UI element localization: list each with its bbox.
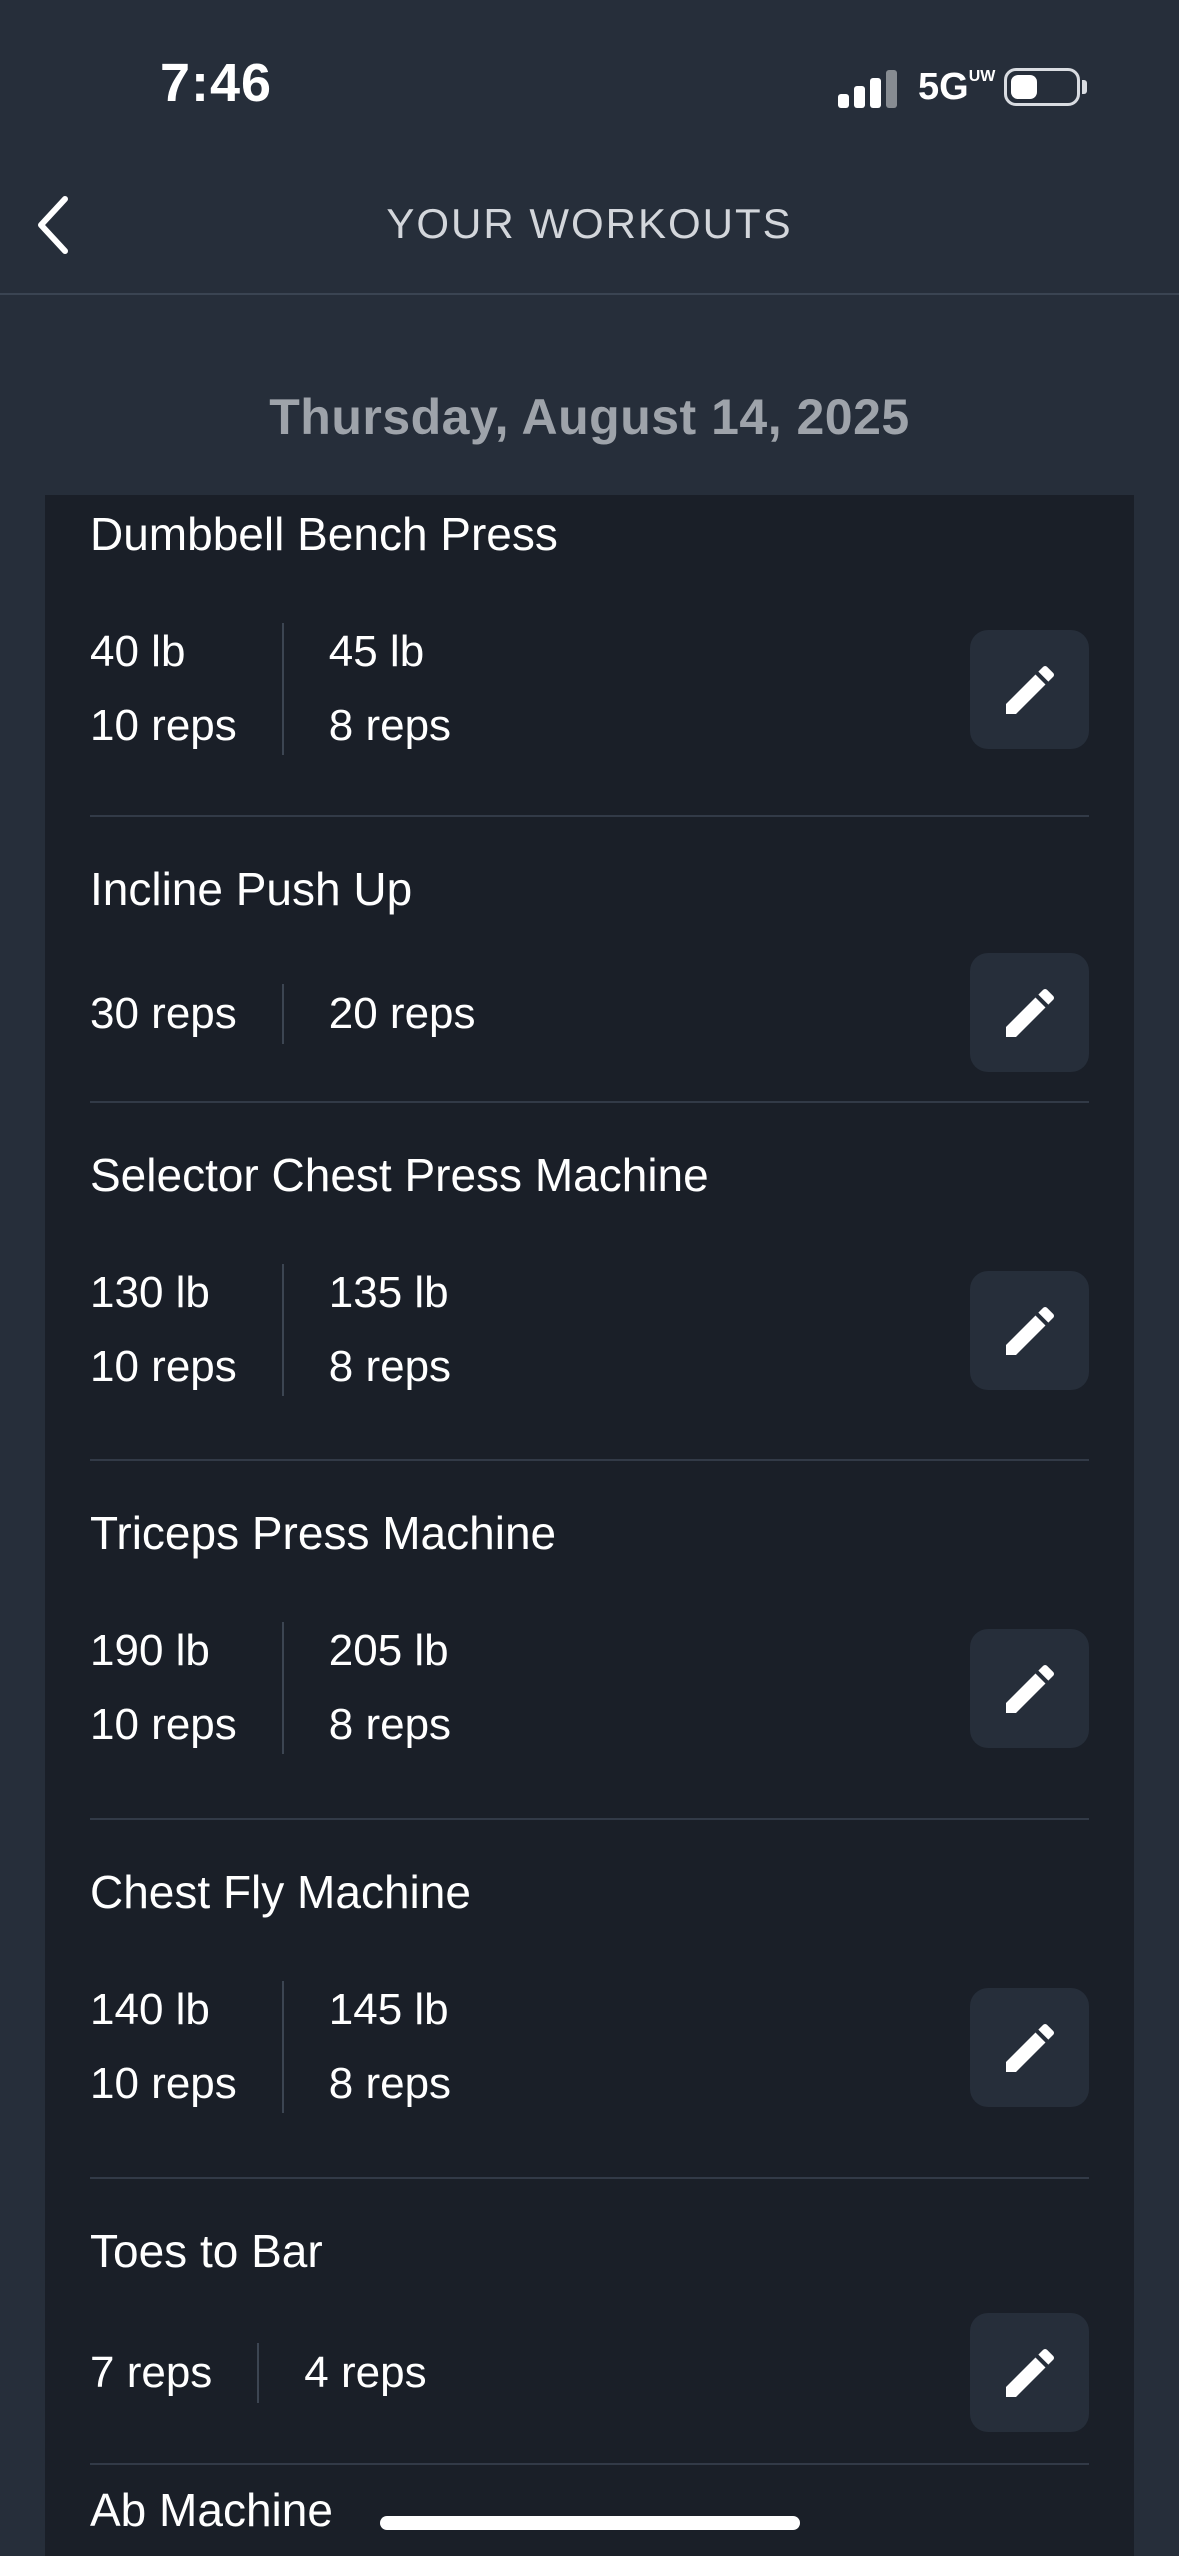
set-reps: 30 reps: [90, 989, 237, 1038]
set-2: 145 lb 8 reps: [329, 1973, 451, 2121]
set-2: 45 lb 8 reps: [329, 615, 451, 763]
set-2: 4 reps: [304, 2336, 426, 2410]
row-divider: [90, 1818, 1089, 1820]
battery-tip: [1082, 80, 1087, 94]
date-heading: Thursday, August 14, 2025: [269, 389, 910, 445]
exercise-name: Dumbbell Bench Press: [90, 508, 558, 560]
row-divider: [90, 815, 1089, 817]
status-bar: 7:46 5GUW: [0, 0, 1179, 150]
set-reps: 4 reps: [304, 2348, 427, 2397]
set-list: 190 lb 10 reps 205 lb 8 reps: [90, 1614, 451, 1762]
set-list: 7 reps 4 reps: [90, 2336, 427, 2410]
set-reps: 8 reps: [328, 2059, 452, 2108]
set-list: 130 lb 10 reps 135 lb 8 reps: [90, 1256, 451, 1404]
status-time: 7:46: [160, 53, 273, 113]
exercise-name: Toes to Bar: [90, 2225, 323, 2277]
edit-button[interactable]: [970, 1988, 1089, 2107]
set-reps: 10 reps: [90, 1342, 237, 1391]
set-1: 130 lb 10 reps: [90, 1256, 237, 1404]
set-divider: [281, 1264, 284, 1396]
set-weight: 140 lb: [90, 1985, 210, 2034]
exercise-name: Triceps Press Machine: [90, 1507, 557, 1559]
pencil-icon: [1005, 2348, 1054, 2397]
set-weight: 45 lb: [328, 627, 425, 676]
set-weight: 190 lb: [90, 1626, 210, 1675]
set-divider: [257, 2343, 260, 2403]
set-weight: 40 lb: [90, 627, 186, 676]
edit-button[interactable]: [970, 1271, 1089, 1390]
signal-icon: [838, 66, 900, 108]
network-indicator: 5GUW: [918, 66, 995, 109]
exercise-name: Incline Push Up: [90, 863, 413, 915]
exercise-name: Selector Chest Press Machine: [90, 1149, 709, 1201]
pencil-icon: [1005, 1664, 1054, 1713]
set-weight: 205 lb: [328, 1626, 449, 1675]
set-reps: 10 reps: [90, 701, 237, 750]
battery-level: [1011, 75, 1037, 99]
workout-card: Dumbbell Bench Press 40 lb 10 reps 45 lb…: [45, 495, 1134, 2556]
set-list: 40 lb 10 reps 45 lb 8 reps: [90, 615, 451, 763]
row-divider: [90, 2177, 1089, 2179]
screen: 7:46 5GUW YOUR WORKOUTS Thursday, August…: [0, 0, 1179, 2556]
edit-button[interactable]: [970, 2313, 1089, 2432]
set-list: 30 reps 20 reps: [90, 977, 476, 1051]
set-reps: 8 reps: [328, 1342, 452, 1391]
pencil-icon: [1005, 665, 1054, 714]
row-divider: [90, 2463, 1089, 2465]
set-divider: [281, 984, 284, 1044]
set-2: 205 lb 8 reps: [329, 1614, 451, 1762]
set-weight: 130 lb: [90, 1268, 210, 1317]
set-1: 7 reps: [90, 2336, 212, 2410]
page-title: YOUR WORKOUTS: [386, 200, 793, 247]
set-reps: 20 reps: [328, 989, 476, 1038]
set-weight: 135 lb: [328, 1268, 449, 1317]
row-divider: [90, 1459, 1089, 1461]
home-indicator[interactable]: [380, 2516, 800, 2530]
set-divider: [281, 623, 284, 755]
set-divider: [281, 1622, 284, 1754]
edit-button[interactable]: [970, 953, 1089, 1072]
set-1: 30 reps: [90, 977, 237, 1051]
edit-button[interactable]: [970, 1629, 1089, 1748]
nav-bar: YOUR WORKOUTS: [0, 150, 1179, 295]
exercise-name: Ab Machine: [90, 2484, 333, 2536]
pencil-icon: [1005, 2023, 1054, 2072]
set-reps: 7 reps: [90, 2348, 213, 2397]
set-reps: 8 reps: [328, 1700, 452, 1749]
pencil-icon: [1005, 1306, 1054, 1355]
exercise-name: Chest Fly Machine: [90, 1866, 471, 1918]
network-label: 5G: [918, 66, 969, 108]
edit-button[interactable]: [970, 630, 1089, 749]
set-2: 135 lb 8 reps: [329, 1256, 451, 1404]
set-reps: 8 reps: [328, 701, 452, 750]
set-reps: 10 reps: [90, 2059, 237, 2108]
row-divider: [90, 1101, 1089, 1103]
set-weight: 145 lb: [328, 1985, 449, 2034]
set-1: 40 lb 10 reps: [90, 615, 237, 763]
battery-icon: [1004, 68, 1080, 106]
set-divider: [281, 1981, 284, 2113]
set-list: 140 lb 10 reps 145 lb 8 reps: [90, 1973, 451, 2121]
network-suffix: UW: [968, 68, 996, 86]
set-reps: 10 reps: [90, 1700, 237, 1749]
pencil-icon: [1005, 988, 1054, 1037]
set-2: 20 reps: [329, 977, 476, 1051]
set-1: 140 lb 10 reps: [90, 1973, 237, 2121]
set-1: 190 lb 10 reps: [90, 1614, 237, 1762]
